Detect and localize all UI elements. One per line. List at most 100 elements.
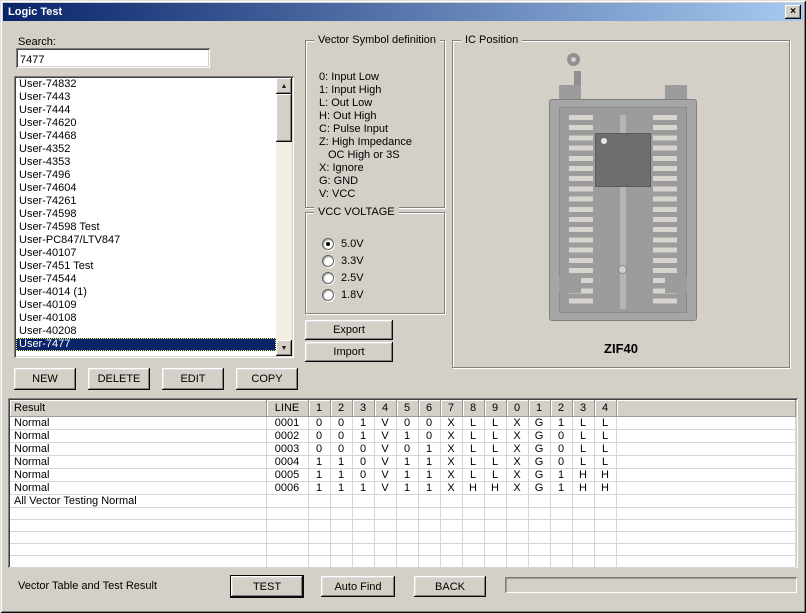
pin-cell: L: [484, 442, 506, 455]
export-button[interactable]: Export: [305, 320, 393, 340]
vcc-option[interactable]: 5.0V: [322, 235, 364, 252]
vcc-option[interactable]: 3.3V: [322, 252, 364, 269]
device-list-item[interactable]: User-7443: [16, 91, 276, 104]
device-list-item[interactable]: User-40109: [16, 299, 276, 312]
device-list-item[interactable]: User-74261: [16, 195, 276, 208]
device-list-item[interactable]: User-74598: [16, 208, 276, 221]
radio-button-icon[interactable]: [322, 289, 334, 301]
window-title: Logic Test: [8, 6, 62, 18]
pin-cell: L: [462, 455, 484, 468]
vector-symbol-line: V: VCC: [319, 188, 412, 201]
pin-cell: [506, 494, 528, 507]
vector-table-row[interactable]: Normal0003000V01XLLXG0LL: [10, 442, 796, 455]
test-button[interactable]: TEST: [231, 576, 303, 597]
device-list-item[interactable]: User-7451 Test: [16, 260, 276, 273]
pin-cell: V: [374, 442, 396, 455]
pin-cell: V: [374, 455, 396, 468]
device-list-item[interactable]: User-74598 Test: [16, 221, 276, 234]
vector-symbol-line: L: Out Low: [319, 97, 412, 110]
vcc-option[interactable]: 1.8V: [322, 286, 364, 303]
back-button[interactable]: BACK: [414, 576, 486, 597]
vcc-option-label: 1.8V: [341, 289, 364, 301]
vector-symbol-line: H: Out High: [319, 110, 412, 123]
scroll-up-button[interactable]: ▲: [276, 78, 292, 94]
pin-cell: 0: [550, 442, 572, 455]
radio-button-icon[interactable]: [322, 238, 334, 250]
vector-table-row[interactable]: [10, 519, 796, 531]
device-list-item[interactable]: User-7496: [16, 169, 276, 182]
device-list-item[interactable]: User-74620: [16, 117, 276, 130]
vector-table-row[interactable]: Normal0001001V00XLLXG1LL: [10, 416, 796, 429]
device-list-item[interactable]: User-74604: [16, 182, 276, 195]
import-button[interactable]: Import: [305, 342, 393, 362]
filler-cell: [616, 494, 796, 507]
pin-cell: 0: [550, 429, 572, 442]
pin-cell: [308, 507, 330, 519]
pin-cell: X: [506, 468, 528, 481]
pin-cell: V: [374, 416, 396, 429]
pin-cell: [440, 555, 462, 567]
vector-table-row[interactable]: [10, 543, 796, 555]
pin-cell: 1: [352, 416, 374, 429]
auto-find-button[interactable]: Auto Find: [321, 576, 395, 597]
vector-table-row[interactable]: Normal0002001V10XLLXG0LL: [10, 429, 796, 442]
pin-cell: 0: [396, 442, 418, 455]
device-list-item[interactable]: User-74832: [16, 78, 276, 91]
device-list-item[interactable]: User-4352: [16, 143, 276, 156]
pin-cell: [374, 555, 396, 567]
vector-table-row[interactable]: [10, 507, 796, 519]
pin-column-header: 5: [396, 400, 418, 416]
list-scrollbar[interactable]: ▲ ▼: [276, 78, 292, 356]
arrow-down-icon: ▼: [281, 345, 288, 352]
device-listbox[interactable]: User-74832User-7443User-7444User-74620Us…: [14, 76, 294, 358]
vcc-option[interactable]: 2.5V: [322, 269, 364, 286]
device-list-item[interactable]: User-4014 (1): [16, 286, 276, 299]
radio-button-icon[interactable]: [322, 272, 334, 284]
pin-cell: [440, 543, 462, 555]
pin-cell: L: [484, 468, 506, 481]
scroll-down-button[interactable]: ▼: [276, 340, 292, 356]
device-list-item[interactable]: User-74544: [16, 273, 276, 286]
filler-cell: [616, 543, 796, 555]
pin-column-header: 3: [352, 400, 374, 416]
device-list-item[interactable]: User-40107: [16, 247, 276, 260]
pin-cell: 1: [418, 468, 440, 481]
pin-column-header: 2: [330, 400, 352, 416]
device-list-item[interactable]: User-7444: [16, 104, 276, 117]
pin-cell: 1: [396, 455, 418, 468]
delete-button[interactable]: DELETE: [88, 368, 150, 390]
device-list-item[interactable]: User-40108: [16, 312, 276, 325]
radio-button-icon[interactable]: [322, 255, 334, 267]
pin-cell: 0: [352, 455, 374, 468]
titlebar[interactable]: Logic Test ×: [3, 3, 803, 21]
pin-cell: L: [462, 429, 484, 442]
device-list-item[interactable]: User-PC847/LTV847: [16, 234, 276, 247]
vector-symbol-line: Z: High Impedance: [319, 136, 412, 149]
filler-cell: [616, 455, 796, 468]
vector-table-row[interactable]: Normal0004110V11XLLXG0LL: [10, 455, 796, 468]
edit-button[interactable]: EDIT: [162, 368, 224, 390]
device-list-item[interactable]: User-40208: [16, 325, 276, 338]
close-button[interactable]: ×: [785, 5, 801, 19]
pin-cell: L: [572, 416, 594, 429]
vector-table-row[interactable]: Normal0005110V11XLLXG1HH: [10, 468, 796, 481]
device-list-item[interactable]: User-4353: [16, 156, 276, 169]
filler-cell: [616, 519, 796, 531]
device-list-item[interactable]: User-7477: [16, 338, 276, 351]
pin-cell: [572, 494, 594, 507]
ic-position-group: IC Position ZIF40: [452, 40, 790, 368]
filler-cell: [616, 429, 796, 442]
pin-cell: [374, 543, 396, 555]
vector-table-row[interactable]: [10, 531, 796, 543]
device-list-item[interactable]: User-74468: [16, 130, 276, 143]
copy-button[interactable]: COPY: [236, 368, 298, 390]
vector-symbol-group: Vector Symbol definition 0: Input Low 1:…: [305, 40, 445, 208]
new-button[interactable]: NEW: [14, 368, 76, 390]
socket-tab: [665, 277, 687, 293]
search-input[interactable]: [16, 48, 210, 68]
scrollbar-thumb[interactable]: [276, 94, 292, 142]
vector-table-row[interactable]: [10, 555, 796, 567]
result-cell: Normal: [10, 481, 266, 494]
vector-table-row[interactable]: All Vector Testing Normal: [10, 494, 796, 507]
vector-table-row[interactable]: Normal0006111V11XHHXG1HH: [10, 481, 796, 494]
